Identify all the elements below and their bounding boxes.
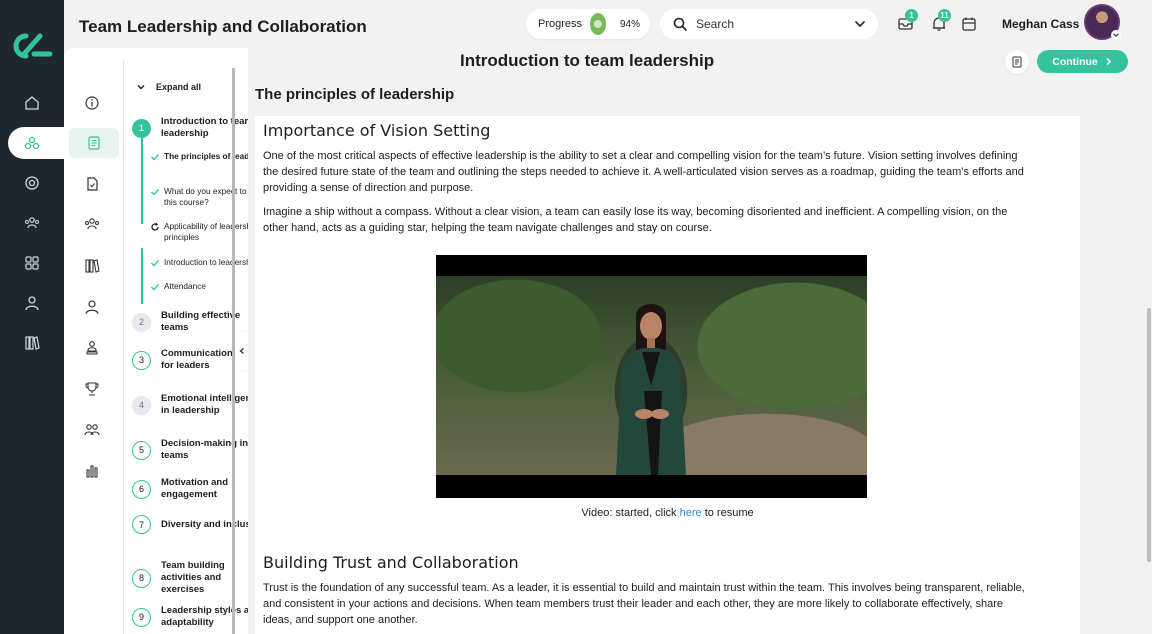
progress-connector xyxy=(141,138,143,224)
presenter-figure xyxy=(616,304,686,475)
team-icon[interactable] xyxy=(81,419,103,441)
course-title: Team Leadership and Collaboration xyxy=(79,17,367,36)
expand-all-button[interactable]: Expand all xyxy=(136,82,201,92)
outline-scrollbar[interactable] xyxy=(232,68,235,634)
progress-value: 94% xyxy=(619,18,640,30)
lesson-title: Introduction to team leadership xyxy=(460,51,715,70)
lesson-title: Attendance xyxy=(164,281,206,291)
calendar-button[interactable] xyxy=(960,15,978,33)
grid-icon[interactable] xyxy=(20,251,44,275)
main-nav-rail xyxy=(0,0,70,634)
module-number: 4 xyxy=(132,395,151,415)
progress-indicator[interactable]: Progress 94% xyxy=(526,9,650,39)
continue-label: Continue xyxy=(1052,55,1098,68)
check-icon xyxy=(151,260,160,267)
check-icon xyxy=(151,189,160,196)
article-heading: Importance of Vision Setting xyxy=(263,121,491,140)
module-number: 7 xyxy=(132,515,151,534)
chevron-down-icon[interactable] xyxy=(1111,30,1121,40)
profile-icon[interactable] xyxy=(81,296,103,318)
chevron-left-icon xyxy=(239,348,244,354)
page-scrollbar[interactable] xyxy=(1147,308,1151,562)
continue-button[interactable]: Continue xyxy=(1037,50,1128,73)
video-frame xyxy=(436,276,867,475)
calendar-icon xyxy=(962,17,976,31)
module-number: 5 xyxy=(132,440,151,460)
in-progress-icon xyxy=(151,222,159,231)
messages-badge: 1 xyxy=(905,9,918,22)
app-logo[interactable] xyxy=(10,30,54,62)
check-icon xyxy=(151,154,160,161)
check-icon xyxy=(151,284,160,291)
section-title: The principles of leadership xyxy=(255,86,455,103)
video-player[interactable] xyxy=(436,255,867,498)
target-icon[interactable] xyxy=(20,171,44,195)
stats-icon[interactable] xyxy=(81,460,103,482)
expand-all-label: Expand all xyxy=(156,82,202,92)
article-body: Importance of Vision Setting One of the … xyxy=(255,116,1080,634)
lessons-icon[interactable] xyxy=(69,128,119,158)
user-name[interactable]: Meghan Cass xyxy=(1002,17,1079,31)
lesson-content: Introduction to team leadership Continue… xyxy=(248,48,1152,634)
article-paragraph: One of the most critical aspects of effe… xyxy=(263,150,1024,194)
notes-icon xyxy=(1012,56,1022,68)
lesson-title: Introduction to leadership xyxy=(164,257,258,267)
library-icon[interactable] xyxy=(20,331,44,355)
user-icon[interactable] xyxy=(20,291,44,315)
video-caption-text: to resume xyxy=(701,507,754,519)
article-paragraph: Imagine a ship without a compass. Withou… xyxy=(263,206,1008,234)
course-tools-rail xyxy=(64,60,122,634)
article-heading: Building Trust and Collaboration xyxy=(263,553,519,572)
people-icon[interactable] xyxy=(20,211,44,235)
video-caption-text: Video: started, click xyxy=(581,507,680,519)
module-number: 1 xyxy=(132,118,151,138)
progress-ring-icon xyxy=(590,13,606,35)
group-icon[interactable] xyxy=(81,213,103,235)
search-icon xyxy=(673,17,687,31)
search-input[interactable]: Search xyxy=(696,17,852,31)
article-paragraph: Trust is the foundation of any successfu… xyxy=(263,582,1025,626)
progress-label: Progress xyxy=(538,18,583,30)
module-number: 8 xyxy=(132,568,151,588)
module-number: 9 xyxy=(132,607,151,627)
top-header: Team Leadership and Collaboration Progre… xyxy=(64,0,1152,48)
notifications-badge: 11 xyxy=(938,9,951,22)
chevron-right-icon xyxy=(1106,57,1111,66)
module-number: 6 xyxy=(132,479,151,499)
home-icon[interactable] xyxy=(20,91,44,115)
document-icon[interactable] xyxy=(81,173,103,195)
notifications-button[interactable]: 11 xyxy=(930,9,951,33)
courses-icon[interactable] xyxy=(20,131,44,155)
module-number: 3 xyxy=(132,350,151,370)
books-icon[interactable] xyxy=(81,255,103,277)
search-bar[interactable]: Search xyxy=(660,9,878,39)
resume-video-link[interactable]: here xyxy=(680,507,702,519)
chevron-down-icon[interactable] xyxy=(852,16,868,32)
trophy-icon[interactable] xyxy=(81,378,103,400)
collapse-outline-button[interactable] xyxy=(236,331,248,371)
video-caption: Video: started, click here to resume xyxy=(255,507,1080,519)
messages-button[interactable]: 1 xyxy=(897,9,918,33)
notes-button[interactable] xyxy=(1005,50,1029,74)
chevron-down-icon xyxy=(137,85,145,90)
info-icon[interactable] xyxy=(81,92,103,114)
progress-connector xyxy=(141,248,143,304)
module-number: 2 xyxy=(132,312,151,332)
mentor-icon[interactable] xyxy=(81,337,103,359)
